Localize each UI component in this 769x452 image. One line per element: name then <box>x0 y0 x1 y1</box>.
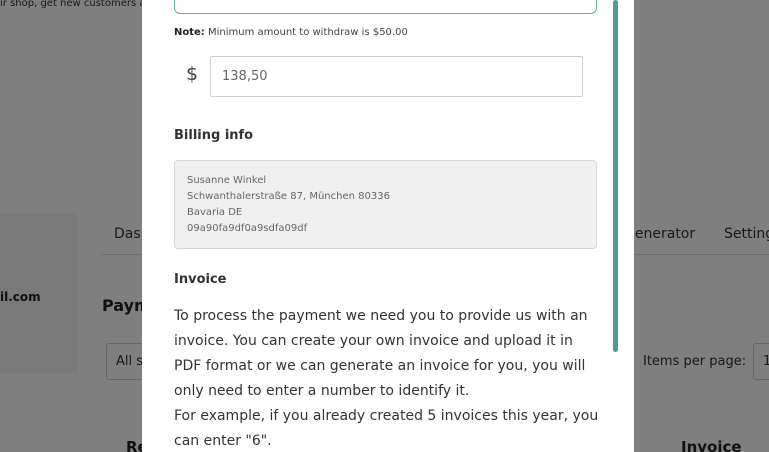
amount-input[interactable] <box>211 57 582 96</box>
invoice-paragraph-2: For example, if you already created 5 in… <box>174 408 599 449</box>
page: ir shop, get new customers ar il.com Das… <box>0 0 769 452</box>
billing-tax-id: 09a90fa9df0a9sdfa09df <box>187 223 308 234</box>
invoice-title: Invoice <box>174 272 227 287</box>
billing-region: Bavaria DE <box>187 207 243 218</box>
minimum-amount-note: Note: Minimum amount to withdraw is $50.… <box>174 27 408 38</box>
top-field[interactable] <box>174 0 597 14</box>
dollar-sign: $ <box>186 63 199 85</box>
billing-name: Susanne Winkel <box>187 175 267 186</box>
modal-scrollbar[interactable] <box>613 0 618 352</box>
billing-info-box: Susanne Winkel Schwanthalerstraße 87, Mü… <box>174 160 597 249</box>
billing-address: Schwanthalerstraße 87, München 80336 <box>187 191 390 202</box>
amount-field[interactable] <box>210 56 583 97</box>
invoice-paragraph-1: To process the payment we need you to pr… <box>174 308 588 399</box>
note-label: Note: <box>174 27 205 38</box>
invoice-description: To process the payment we need you to pr… <box>174 304 604 452</box>
note-text: Minimum amount to withdraw is $50.00 <box>208 27 408 38</box>
billing-info-title: Billing info <box>174 128 254 143</box>
